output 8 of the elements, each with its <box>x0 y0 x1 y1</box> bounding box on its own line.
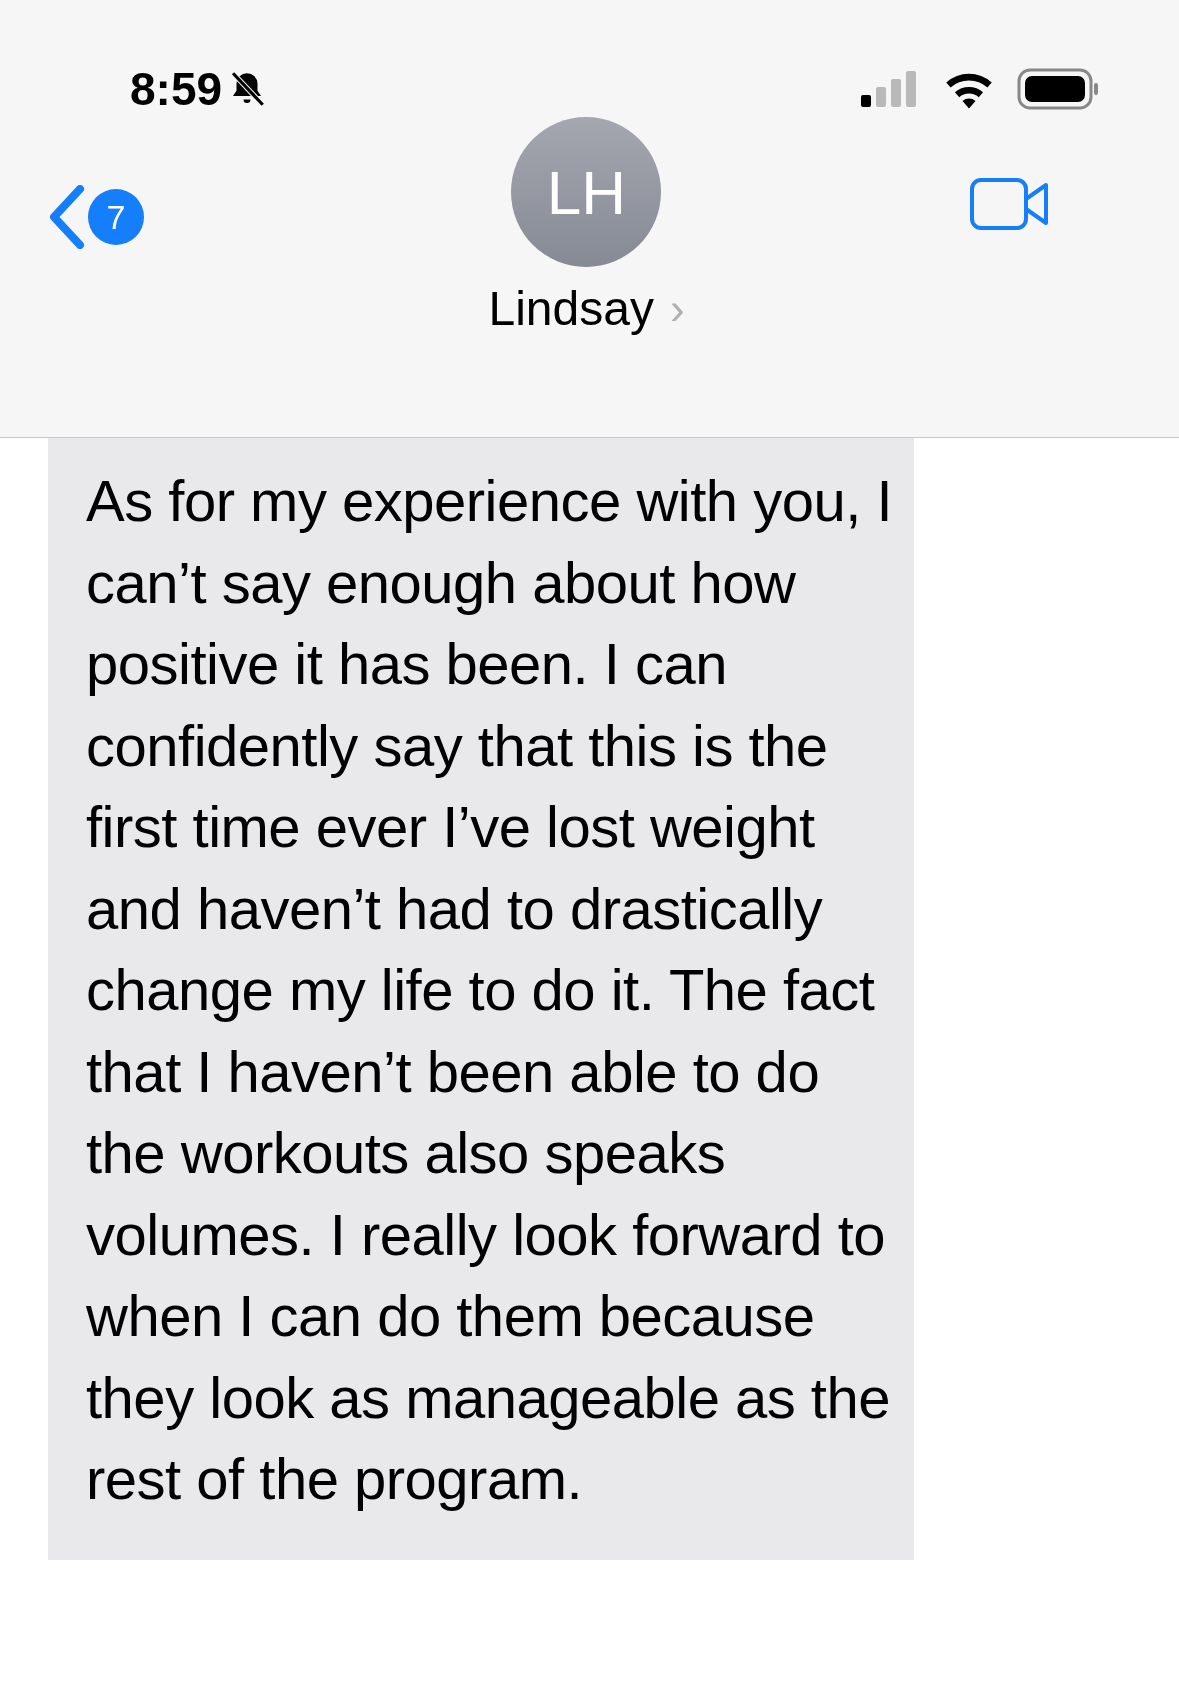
battery-icon <box>1017 67 1099 110</box>
contact-avatar[interactable]: LH <box>511 117 662 267</box>
unread-badge: 7 <box>88 189 144 245</box>
message-text: As for my experience with you, I can’t say enough about how positive it has been. I can confidently say that this is the first time ever I’ve lost weight and haven’t had to drastically change my life to do it. The fact that I haven’t been able to do the workouts also speaks volumes. I really look forward to when I can do them because they look as manageable as the rest of the program. <box>86 467 893 1513</box>
back-button[interactable]: 7 <box>48 185 144 249</box>
time: 8:59 <box>130 65 223 112</box>
contact-name-button[interactable]: Lindsay › <box>488 285 685 333</box>
video-camera-icon[interactable] <box>969 177 1051 231</box>
